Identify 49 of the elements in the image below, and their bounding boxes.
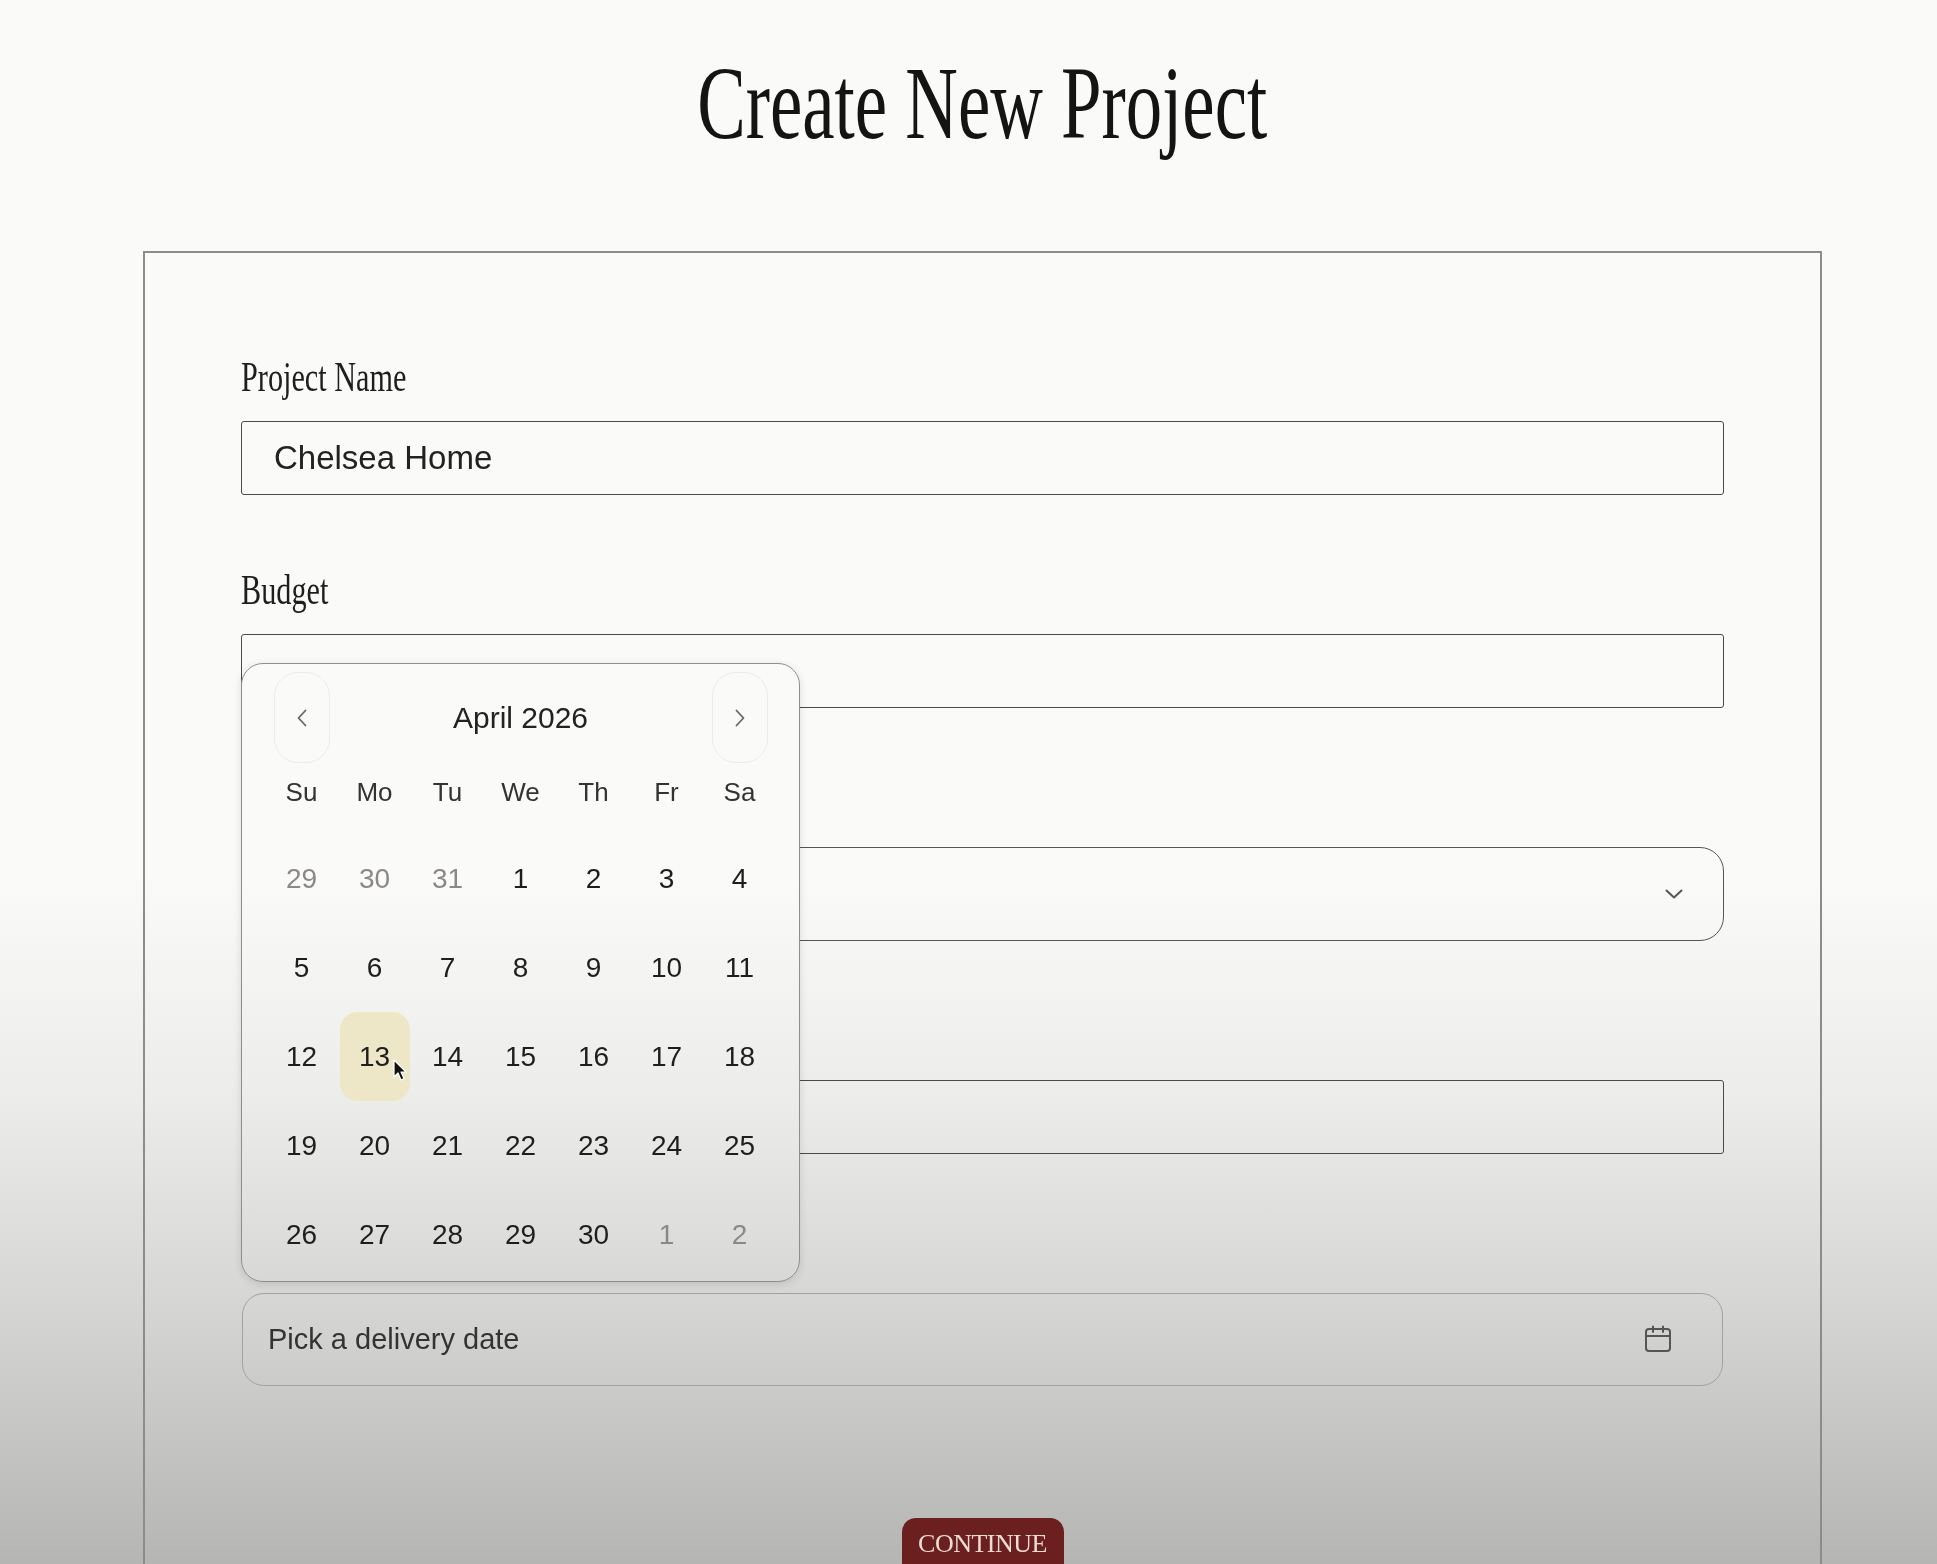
chevron-right-icon <box>734 708 745 727</box>
text-field[interactable]: Chelsea Home <box>241 421 1724 495</box>
weekday-label: Fr <box>654 775 679 809</box>
day-button[interactable]: 13 <box>339 1012 410 1101</box>
weekday-label: Th <box>578 775 609 809</box>
day-button[interactable]: 17 <box>631 1012 702 1101</box>
day-button[interactable]: 4 <box>704 834 775 923</box>
day-button[interactable]: 28 <box>412 1190 483 1279</box>
weekday-label: Sa <box>723 775 756 809</box>
continue-button[interactable]: CONTINUE <box>901 1518 1064 1564</box>
day-button[interactable]: 7 <box>412 923 483 1012</box>
calendar-icon <box>1644 1325 1672 1353</box>
day-button[interactable]: 3 <box>631 834 702 923</box>
day-button[interactable]: 11 <box>704 923 775 1012</box>
day-button[interactable]: 19 <box>266 1101 337 1190</box>
day-button[interactable]: 22 <box>485 1101 556 1190</box>
field-label: Project Name <box>241 353 407 401</box>
mouse-pointer-icon <box>392 1059 407 1081</box>
day-button[interactable]: 1 <box>485 834 556 923</box>
day-button[interactable]: 15 <box>485 1012 556 1101</box>
day-button[interactable]: 29 <box>485 1190 556 1279</box>
day-button[interactable]: 16 <box>558 1012 629 1101</box>
field-label: Budget <box>241 566 329 614</box>
date-field[interactable]: Pick a delivery date <box>242 1293 1723 1386</box>
day-button[interactable]: 26 <box>266 1190 337 1279</box>
day-button[interactable]: 30 <box>558 1190 629 1279</box>
day-button[interactable]: 12 <box>266 1012 337 1101</box>
weekday-label: We <box>501 775 540 809</box>
day-button[interactable]: 2 <box>558 834 629 923</box>
day-button[interactable]: 23 <box>558 1101 629 1190</box>
day-button[interactable]: 27 <box>339 1190 410 1279</box>
day-button[interactable]: 21 <box>412 1101 483 1190</box>
day-button[interactable]: 14 <box>412 1012 483 1101</box>
day-button[interactable]: 25 <box>704 1101 775 1190</box>
day-button[interactable]: 18 <box>704 1012 775 1101</box>
weekday-label: Mo <box>356 775 393 809</box>
day-button[interactable]: 9 <box>558 923 629 1012</box>
day-button[interactable]: 8 <box>485 923 556 1012</box>
day-button[interactable]: 5 <box>266 923 337 1012</box>
day-button[interactable]: 20 <box>339 1101 410 1190</box>
day-button[interactable]: 6 <box>339 923 410 1012</box>
day-button[interactable]: 24 <box>631 1101 702 1190</box>
page-title: Create New Project <box>696 44 1269 162</box>
day-button[interactable]: 10 <box>631 923 702 1012</box>
weekday-label: Tu <box>432 775 463 809</box>
chevron-down-icon <box>1665 889 1683 899</box>
weekday-label: Su <box>285 775 318 809</box>
month-title: April 2026 <box>452 700 589 736</box>
chevron-left-icon <box>296 708 307 727</box>
